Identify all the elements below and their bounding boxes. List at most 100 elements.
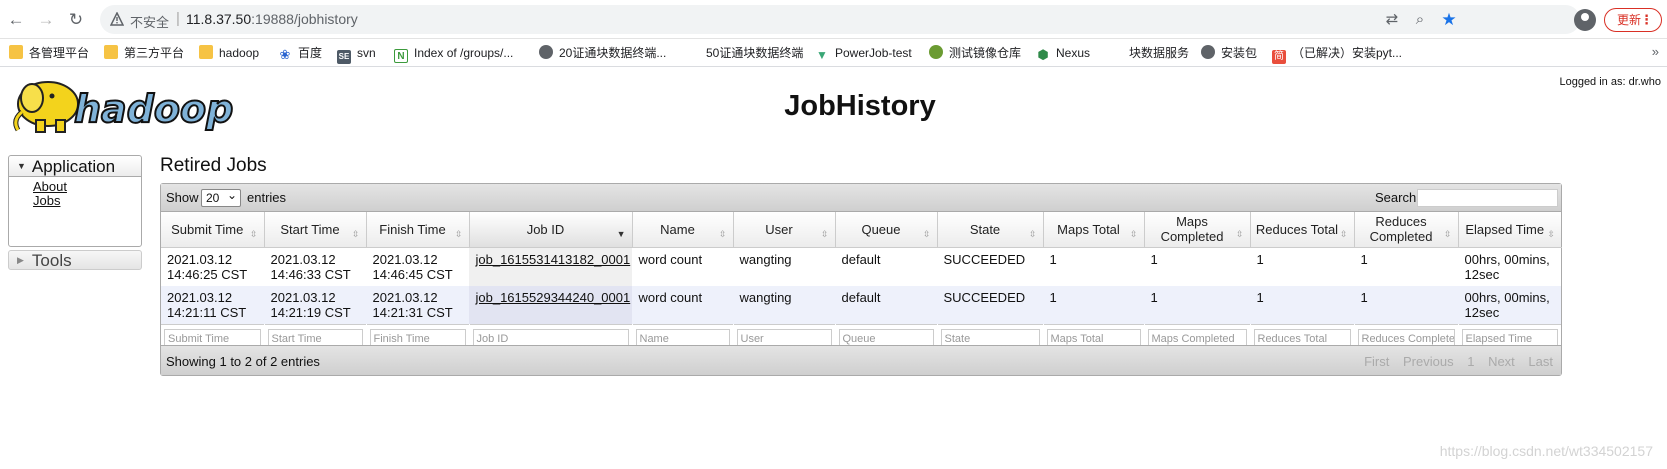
- column-header-finish-time[interactable]: Finish Time ⇳: [366, 212, 470, 248]
- pagination-page-1[interactable]: 1: [1467, 354, 1474, 369]
- filter-maps-completed-input[interactable]: Maps Completed: [1147, 328, 1247, 347]
- column-header-label: Finish Time: [379, 221, 446, 237]
- bookmark-item[interactable]: 测试镜像仓库: [929, 44, 1021, 62]
- cell-job-id: job_1615529344240_0001: [469, 285, 632, 324]
- page-size-select[interactable]: 20: [201, 187, 241, 207]
- sidebar-application-header[interactable]: ▼ Application: [9, 156, 141, 177]
- filter-job-id-input[interactable]: Job ID: [472, 328, 629, 347]
- bookmark-label: Index of /groups/...: [414, 46, 514, 60]
- pagination-last[interactable]: Last: [1528, 354, 1553, 369]
- hadoop-logo[interactable]: hadoop: [8, 74, 264, 136]
- filter-user-input[interactable]: User: [736, 328, 832, 347]
- sort-icon: ⇳: [1235, 228, 1244, 239]
- bookmark-item[interactable]: 块数据服务: [1129, 44, 1189, 62]
- bookmark-label: 测试镜像仓库: [949, 46, 1022, 60]
- column-header-state[interactable]: State ⇳: [937, 212, 1044, 248]
- forward-arrow-icon[interactable]: →: [35, 9, 57, 31]
- filter-maps-total-input[interactable]: Maps Total: [1046, 328, 1141, 347]
- bookmark-item[interactable]: hadoop: [199, 44, 259, 62]
- back-arrow-icon[interactable]: ←: [5, 9, 27, 31]
- url-text[interactable]: 11.8.37.50:19888/jobhistory: [186, 11, 358, 27]
- update-button[interactable]: 更新 ⋮: [1604, 8, 1662, 32]
- sidebar-tools[interactable]: ▶ Tools: [8, 250, 142, 270]
- sidebar-link-about[interactable]: About: [33, 180, 141, 194]
- cell-reduces-total: 1: [1250, 247, 1354, 286]
- bookmarks-bar: 各管理平台 第三方平台 hadoop ❀ 百度 SE svn N Index of /…: [0, 39, 1667, 67]
- reload-icon[interactable]: ↻: [65, 9, 87, 31]
- bookmark-label: 块数据服务: [1129, 46, 1190, 60]
- filter-name-input[interactable]: Name: [635, 328, 730, 347]
- cell-state: SUCCEEDED: [937, 285, 1043, 324]
- filter-start-time-input[interactable]: Start Time: [267, 328, 363, 347]
- sort-icon: ⇳: [922, 228, 931, 239]
- bookmark-item[interactable]: ⬢ Nexus: [1036, 44, 1090, 62]
- column-header-maps-total[interactable]: Maps Total ⇳: [1043, 212, 1145, 248]
- folder-icon: [104, 45, 118, 59]
- bookmark-item[interactable]: ▼ PowerJob-test: [815, 44, 912, 62]
- bookmark-star-icon[interactable]: ★: [1440, 11, 1458, 29]
- zoom-icon[interactable]: ⌕: [1411, 11, 1429, 29]
- address-bar[interactable]: 不安全 | 11.8.37.50:19888/jobhistory: [100, 5, 1580, 34]
- filter-submit-time-input[interactable]: Submit Time: [164, 328, 261, 347]
- filter-queue-input[interactable]: Queue: [838, 328, 934, 347]
- bookmark-label: PowerJob-test: [835, 46, 912, 60]
- cell-maps-completed: 1: [1144, 285, 1250, 324]
- bookmark-item[interactable]: ❀ 百度: [278, 44, 322, 62]
- bookmark-item[interactable]: 各管理平台: [9, 44, 89, 62]
- bookmark-item[interactable]: SE svn: [337, 44, 376, 64]
- column-header-name[interactable]: Name ⇳: [632, 212, 734, 248]
- sort-icon: ⇳: [1339, 228, 1348, 239]
- column-header-maps-completed[interactable]: Maps Completed ⇳: [1144, 212, 1251, 248]
- vue-icon: ▼: [816, 48, 828, 62]
- watermark: https://blog.csdn.net/wt334502157: [1439, 443, 1653, 459]
- column-header-elapsed-time[interactable]: Elapsed Time ⇳: [1458, 212, 1561, 248]
- sort-icon: ⇳: [351, 228, 360, 239]
- translate-icon[interactable]: ⇄: [1383, 11, 1401, 29]
- filter-elapsed-time-input[interactable]: Elapsed Time: [1461, 328, 1558, 347]
- url-host: 11.8.37.50: [186, 11, 252, 27]
- bookmark-item[interactable]: 20证通块数据终端...: [539, 44, 666, 62]
- cell-name: word count: [632, 247, 733, 286]
- filter-finish-time-input[interactable]: Finish Time: [369, 328, 466, 347]
- bookmark-label: 安装包: [1221, 46, 1258, 60]
- column-header-reduces-completed[interactable]: Reduces Completed ⇳: [1354, 212, 1459, 248]
- filter-reduces-total-input[interactable]: Reduces Total: [1253, 328, 1351, 347]
- table-footer: Showing 1 to 2 of 2 entries First Previo…: [161, 345, 1561, 375]
- column-header-submit-time[interactable]: Submit Time ⇳: [161, 212, 265, 248]
- column-header-label: Reduces Total: [1255, 221, 1339, 237]
- menu-dots-icon: ⋮: [1640, 12, 1653, 27]
- pagination-first[interactable]: First: [1364, 354, 1389, 369]
- bookmark-item[interactable]: 50证通块数据终端: [706, 44, 803, 62]
- column-header-queue[interactable]: Queue ⇳: [835, 212, 938, 248]
- url-path: :19888/jobhistory: [251, 11, 358, 27]
- profile-avatar-icon[interactable]: [1574, 9, 1596, 31]
- pagination-previous[interactable]: Previous: [1403, 354, 1454, 369]
- job-id-link[interactable]: job_1615531413182_0001: [476, 252, 631, 267]
- warning-icon: [110, 12, 124, 26]
- cell-submit-time: 2021.03.12 14:46:25 CST: [161, 247, 264, 286]
- filter-state-input[interactable]: State: [940, 328, 1040, 347]
- bookmark-item[interactable]: N Index of /groups/...: [394, 44, 514, 63]
- cell-queue: default: [835, 247, 937, 286]
- filter-reduces-completed-input[interactable]: Reduces Complete: [1357, 328, 1455, 347]
- pagination-next[interactable]: Next: [1488, 354, 1515, 369]
- security-label[interactable]: 不安全: [130, 12, 169, 31]
- n-icon: N: [394, 49, 408, 63]
- column-header-user[interactable]: User ⇳: [733, 212, 836, 248]
- sort-icon: ⇳: [1443, 228, 1452, 239]
- search-input[interactable]: [1417, 189, 1558, 207]
- cell-maps-total: 1: [1043, 247, 1144, 286]
- bookmark-item[interactable]: 简 （已解决）安装pyt...: [1272, 44, 1402, 64]
- sort-icon: ⇳: [820, 228, 829, 239]
- globe-icon: [1201, 45, 1215, 59]
- job-id-link[interactable]: job_1615529344240_0001: [476, 290, 631, 305]
- column-header-job-id[interactable]: Job ID ▼: [469, 212, 633, 248]
- sidebar-link-jobs[interactable]: Jobs: [33, 194, 141, 208]
- cell-maps-completed: 1: [1144, 247, 1250, 286]
- bookmark-item[interactable]: 第三方平台: [104, 44, 184, 62]
- bookmark-item[interactable]: 安装包: [1201, 44, 1257, 62]
- column-header-start-time[interactable]: Start Time ⇳: [264, 212, 367, 248]
- bookmarks-overflow-icon[interactable]: »: [1652, 44, 1659, 59]
- show-label: Show: [166, 190, 199, 205]
- column-header-reduces-total[interactable]: Reduces Total ⇳: [1250, 212, 1355, 248]
